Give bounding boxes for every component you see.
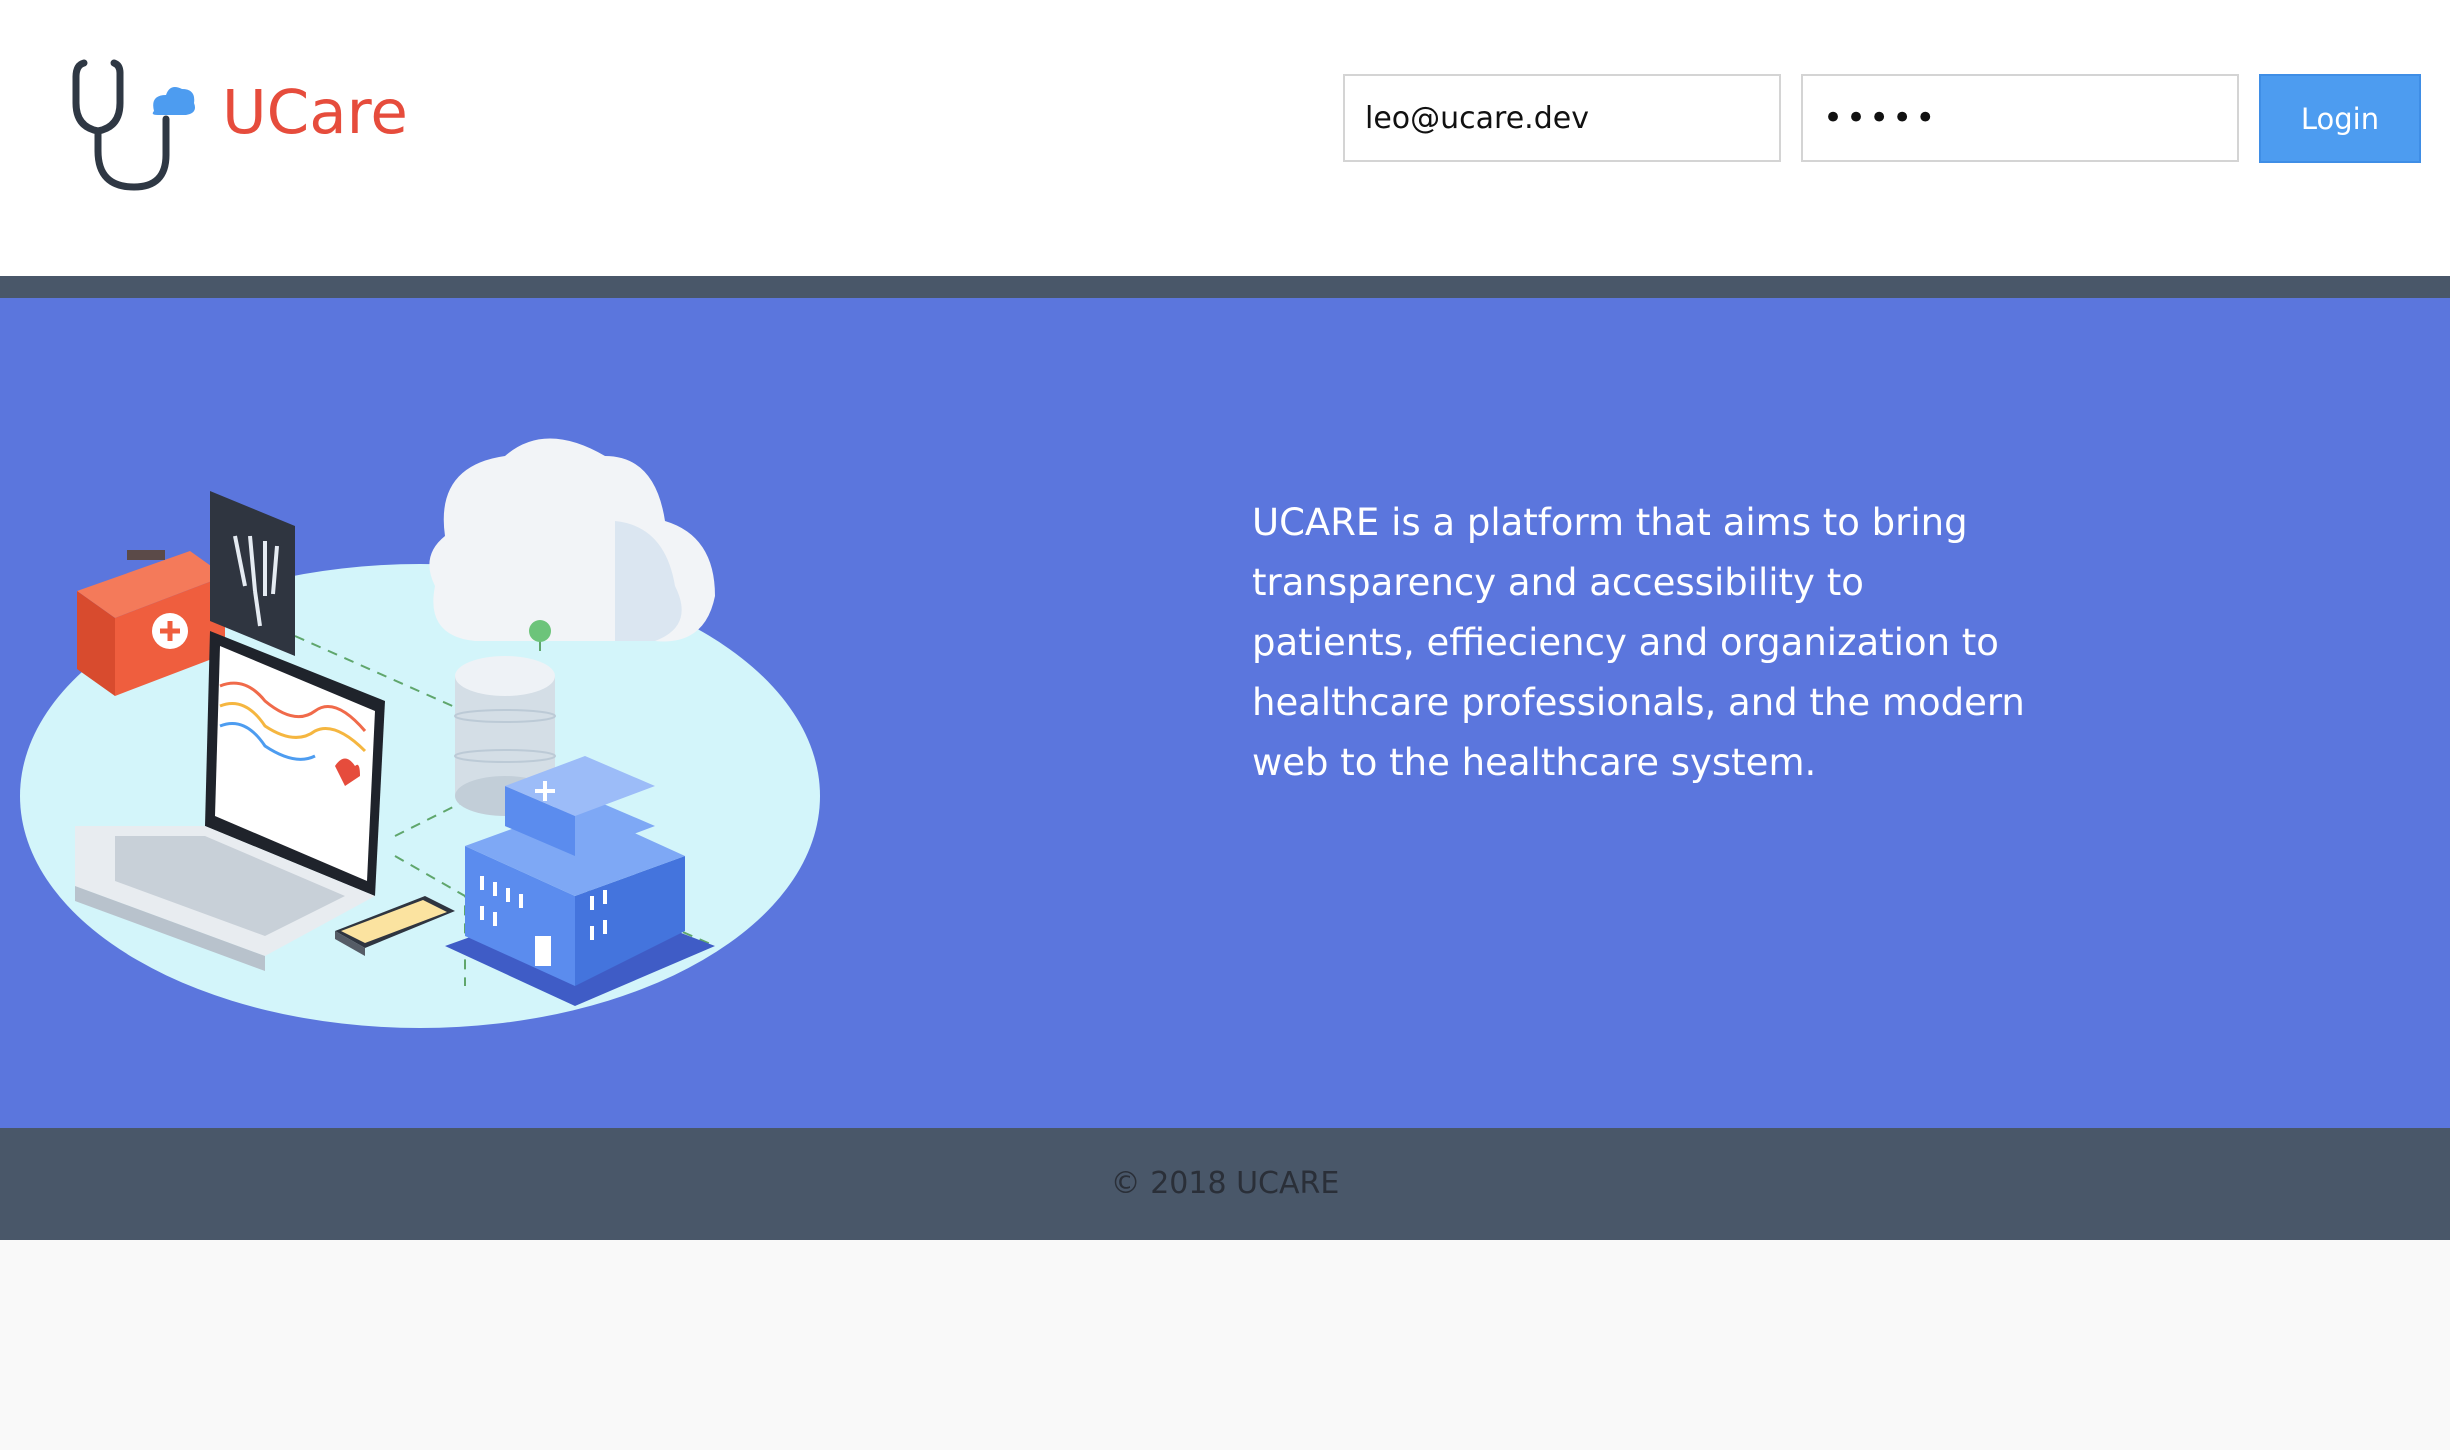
brand-name: UCare <box>222 77 408 148</box>
healthcare-network-illustration <box>20 438 820 1028</box>
login-button[interactable]: Login <box>2259 74 2421 163</box>
hero-description: UCARE is a platform that aims to bring t… <box>1252 501 2025 784</box>
copyright-text: © 2018 UCARE <box>1110 1166 1340 1201</box>
hero-section: UCARE is a platform that aims to bring t… <box>0 298 2450 1128</box>
stethoscope-cloud-icon <box>72 59 195 191</box>
password-field[interactable] <box>1801 74 2239 162</box>
cloud-icon <box>429 438 715 642</box>
footer: © 2018 UCARE <box>0 1128 2450 1240</box>
header: UCare Login <box>0 0 2450 276</box>
email-field[interactable] <box>1343 74 1781 162</box>
header-divider <box>0 276 2450 298</box>
page-background <box>0 1240 2450 1450</box>
